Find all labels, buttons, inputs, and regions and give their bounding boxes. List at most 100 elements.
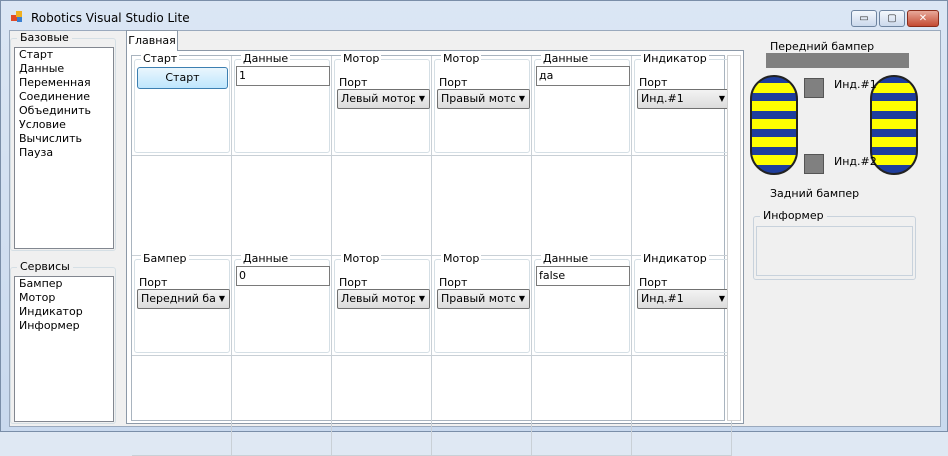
port-select-value: Инд.#1 <box>641 92 684 105</box>
list-item[interactable]: Объединить <box>15 104 113 118</box>
grid-cell[interactable]: Индикатор Порт Инд.#1 ▼ <box>632 52 732 156</box>
list-item[interactable]: Условие <box>15 118 113 132</box>
robot-panel: Передний бампер Инд.#1 Инд.#2 Задний бам… <box>750 31 940 426</box>
list-item[interactable]: Информер <box>15 319 113 333</box>
chevron-down-icon[interactable]: ▼ <box>515 90 529 108</box>
grid-cell[interactable] <box>332 356 432 456</box>
data-value-input[interactable]: да <box>536 66 630 86</box>
list-item[interactable]: Пауза <box>15 146 113 160</box>
grid-cell[interactable]: Данные false <box>532 252 632 356</box>
list-item[interactable]: Соединение <box>15 90 113 104</box>
port-select[interactable]: Передний бампер▼ <box>137 289 230 309</box>
indicator-1 <box>804 78 824 98</box>
grid-cell[interactable] <box>532 356 632 456</box>
base-group: Базовые Старт Данные Переменная Соединение О… <box>10 31 116 251</box>
start-button[interactable]: Старт <box>137 67 228 89</box>
program-block[interactable]: Мотор Порт Правый мотор ▼ <box>434 252 530 353</box>
program-block[interactable]: Старт Старт <box>134 52 230 153</box>
program-block[interactable]: Данные 0 <box>234 252 330 353</box>
block-title: Мотор <box>341 52 382 66</box>
grid-cell[interactable] <box>332 156 432 256</box>
data-value-input[interactable]: 1 <box>236 66 330 86</box>
program-block[interactable]: Индикатор Порт Инд.#1 ▼ <box>634 52 730 153</box>
grid-cell[interactable] <box>432 156 532 256</box>
grid-cell[interactable] <box>232 156 332 256</box>
chevron-down-icon[interactable]: ▼ <box>515 290 529 308</box>
grid-cell[interactable] <box>432 356 532 456</box>
block-title: Индикатор <box>641 52 709 66</box>
data-value-input[interactable]: false <box>536 266 630 286</box>
port-label: Порт <box>339 76 368 89</box>
block-title: Бампер <box>141 252 189 266</box>
port-label: Порт <box>439 276 468 289</box>
grid-cell[interactable] <box>632 356 732 456</box>
block-title: Мотор <box>441 252 482 266</box>
client-area: Базовые Старт Данные Переменная Соединение О… <box>9 30 941 456</box>
title-bar[interactable]: Robotics Visual Studio Lite ▭ ▢ ✕ <box>1 1 947 31</box>
block-title: Мотор <box>341 252 382 266</box>
program-block[interactable]: Данные false <box>534 252 630 353</box>
port-select[interactable]: Левый мотор ▼ <box>337 289 430 309</box>
program-block[interactable]: Мотор Порт Правый мотор ▼ <box>434 52 530 153</box>
indicator-1-label: Инд.#1 <box>834 78 877 91</box>
list-item[interactable]: Бампер <box>15 277 113 291</box>
tab-main[interactable]: Главная <box>126 30 178 51</box>
grid-cell[interactable]: Мотор Порт Левый мотор ▼ <box>332 252 432 356</box>
grid-cell[interactable]: Данные 1 <box>232 52 332 156</box>
program-block[interactable]: Данные да <box>534 52 630 153</box>
window-title: Robotics Visual Studio Lite <box>31 11 190 25</box>
grid-cell[interactable]: Старт Старт <box>132 52 232 156</box>
chevron-down-icon[interactable]: ▼ <box>415 290 429 308</box>
list-item[interactable]: Данные <box>15 62 113 76</box>
list-item[interactable]: Переменная <box>15 76 113 90</box>
port-select[interactable]: Правый мотор ▼ <box>437 289 530 309</box>
app-window: Robotics Visual Studio Lite ▭ ▢ ✕ Базовы… <box>0 0 948 456</box>
close-button[interactable]: ✕ <box>907 10 939 27</box>
chevron-down-icon[interactable]: ▼ <box>215 290 229 308</box>
list-item[interactable]: Индикатор <box>15 305 113 319</box>
rear-bumper-label: Задний бампер <box>770 187 860 200</box>
maximize-button[interactable]: ▢ <box>879 10 905 27</box>
grid-cell[interactable]: Мотор Порт Левый мотор ▼ <box>332 52 432 156</box>
program-block[interactable]: Мотор Порт Левый мотор ▼ <box>334 252 430 353</box>
list-item[interactable]: Вычислить <box>15 132 113 146</box>
block-title: Мотор <box>441 52 482 66</box>
grid-cell[interactable]: Данные да <box>532 52 632 156</box>
port-select[interactable]: Левый мотор ▼ <box>337 89 430 109</box>
program-block[interactable]: Бампер ПортПередний бампер▼ <box>134 252 230 353</box>
left-wheel <box>750 75 798 175</box>
services-list[interactable]: Бампер Мотор Индикатор Информер <box>14 276 114 422</box>
grid-cell[interactable]: Мотор Порт Правый мотор ▼ <box>432 252 532 356</box>
informer-display <box>756 226 913 276</box>
grid-cell[interactable]: Бампер ПортПередний бампер▼ <box>132 252 232 356</box>
tab-control: Главная Старт Старт Данные 1 Мотор Порт Левый … <box>122 30 752 456</box>
grid-cell[interactable] <box>532 156 632 256</box>
port-select[interactable]: Инд.#1 ▼ <box>637 289 730 309</box>
data-value-input[interactable]: 0 <box>236 266 330 286</box>
grid-cell[interactable]: Индикатор Порт Инд.#1 ▼ <box>632 252 732 356</box>
grid-cell[interactable] <box>232 356 332 456</box>
port-select-value: Инд.#1 <box>641 292 684 305</box>
minimize-button[interactable]: ▭ <box>851 10 877 27</box>
grid-cell[interactable] <box>132 356 232 456</box>
grid-cell[interactable] <box>132 156 232 256</box>
tab-page-main: Старт Старт Данные 1 Мотор Порт Левый мотор ▼ Мо… <box>126 50 744 456</box>
program-block[interactable]: Мотор Порт Левый мотор ▼ <box>334 52 430 153</box>
program-block[interactable]: Индикатор Порт Инд.#1 ▼ <box>634 252 730 353</box>
informer-group: Информер <box>753 209 916 280</box>
list-item[interactable]: Старт <box>15 48 113 62</box>
port-select[interactable]: Правый мотор ▼ <box>437 89 530 109</box>
list-item[interactable]: Мотор <box>15 291 113 305</box>
base-list[interactable]: Старт Данные Переменная Соединение Объединит… <box>14 47 114 249</box>
port-select-value: Правый мотор <box>441 92 524 105</box>
indicator-2 <box>804 154 824 174</box>
vertical-scrollbar[interactable] <box>727 55 741 421</box>
port-label: Порт <box>139 276 168 289</box>
grid-cell[interactable]: Данные 0 <box>232 252 332 356</box>
grid-cell[interactable] <box>632 156 732 256</box>
chevron-down-icon[interactable]: ▼ <box>415 90 429 108</box>
grid-cell[interactable]: Мотор Порт Правый мотор ▼ <box>432 52 532 156</box>
port-select[interactable]: Инд.#1 ▼ <box>637 89 730 109</box>
port-label: Порт <box>639 76 668 89</box>
program-block[interactable]: Данные 1 <box>234 52 330 153</box>
